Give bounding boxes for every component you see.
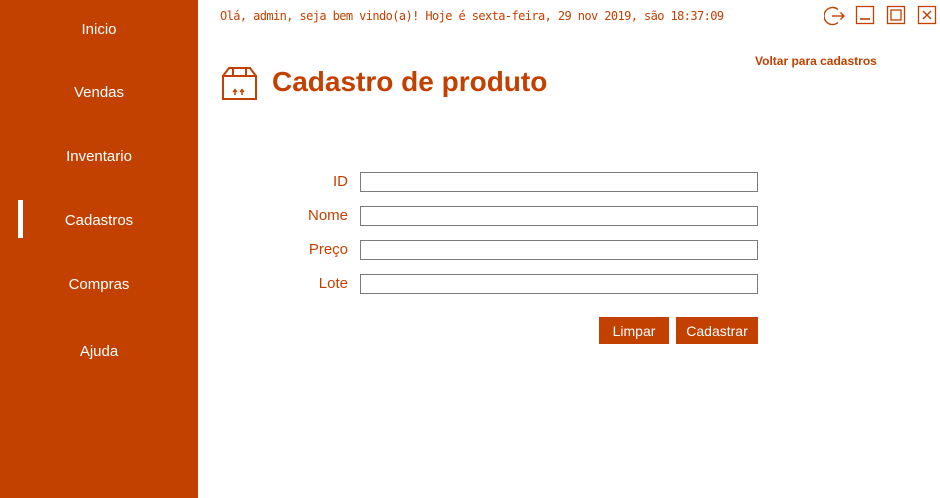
- lote-label: Lote: [318, 275, 348, 292]
- back-to-cadastros-link[interactable]: Voltar para cadastros: [755, 54, 877, 68]
- preco-label: Preço: [308, 241, 348, 258]
- sidebar-item-label: Inicio: [81, 20, 117, 38]
- sidebar-item-label: Ajuda: [79, 342, 119, 360]
- id-field[interactable]: [360, 172, 758, 192]
- sidebar-item-label: Cadastros: [64, 211, 134, 229]
- box-icon: [221, 66, 259, 102]
- sidebar-item-inventario[interactable]: Inventario: [0, 136, 198, 176]
- welcome-message: Olá, admin, seja bem vindo(a)! Hoje é se…: [220, 9, 724, 23]
- sidebar-item-vendas[interactable]: Vendas: [0, 72, 198, 112]
- sidebar-item-label: Vendas: [73, 83, 125, 101]
- close-icon: [917, 5, 937, 25]
- sidebar-item-label: Compras: [68, 275, 130, 293]
- page-title: Cadastro de produto: [272, 66, 548, 97]
- maximize-button[interactable]: [886, 5, 906, 25]
- logout-button[interactable]: [823, 5, 845, 26]
- clear-button[interactable]: Limpar: [599, 317, 669, 344]
- sidebar-item-compras[interactable]: Compras: [0, 264, 198, 304]
- nome-field[interactable]: [360, 206, 758, 226]
- id-label: ID: [333, 173, 348, 190]
- nome-label: Nome: [307, 207, 348, 224]
- sidebar-item-label: Inventario: [66, 147, 132, 165]
- logout-icon: [823, 6, 845, 26]
- lote-field[interactable]: [360, 274, 758, 294]
- sidebar-item-inicio[interactable]: Inicio: [0, 9, 198, 49]
- sidebar-item-cadastros[interactable]: Cadastros: [0, 200, 198, 240]
- preco-field[interactable]: [360, 240, 758, 260]
- close-button[interactable]: [917, 5, 937, 25]
- minimize-button[interactable]: [855, 5, 875, 25]
- submit-button[interactable]: Cadastrar: [676, 317, 758, 344]
- maximize-icon: [886, 5, 906, 25]
- sidebar-item-ajuda[interactable]: Ajuda: [0, 331, 198, 371]
- sidebar: Inicio Vendas Inventario Cadastros Compr…: [0, 0, 198, 498]
- minimize-icon: [855, 5, 875, 25]
